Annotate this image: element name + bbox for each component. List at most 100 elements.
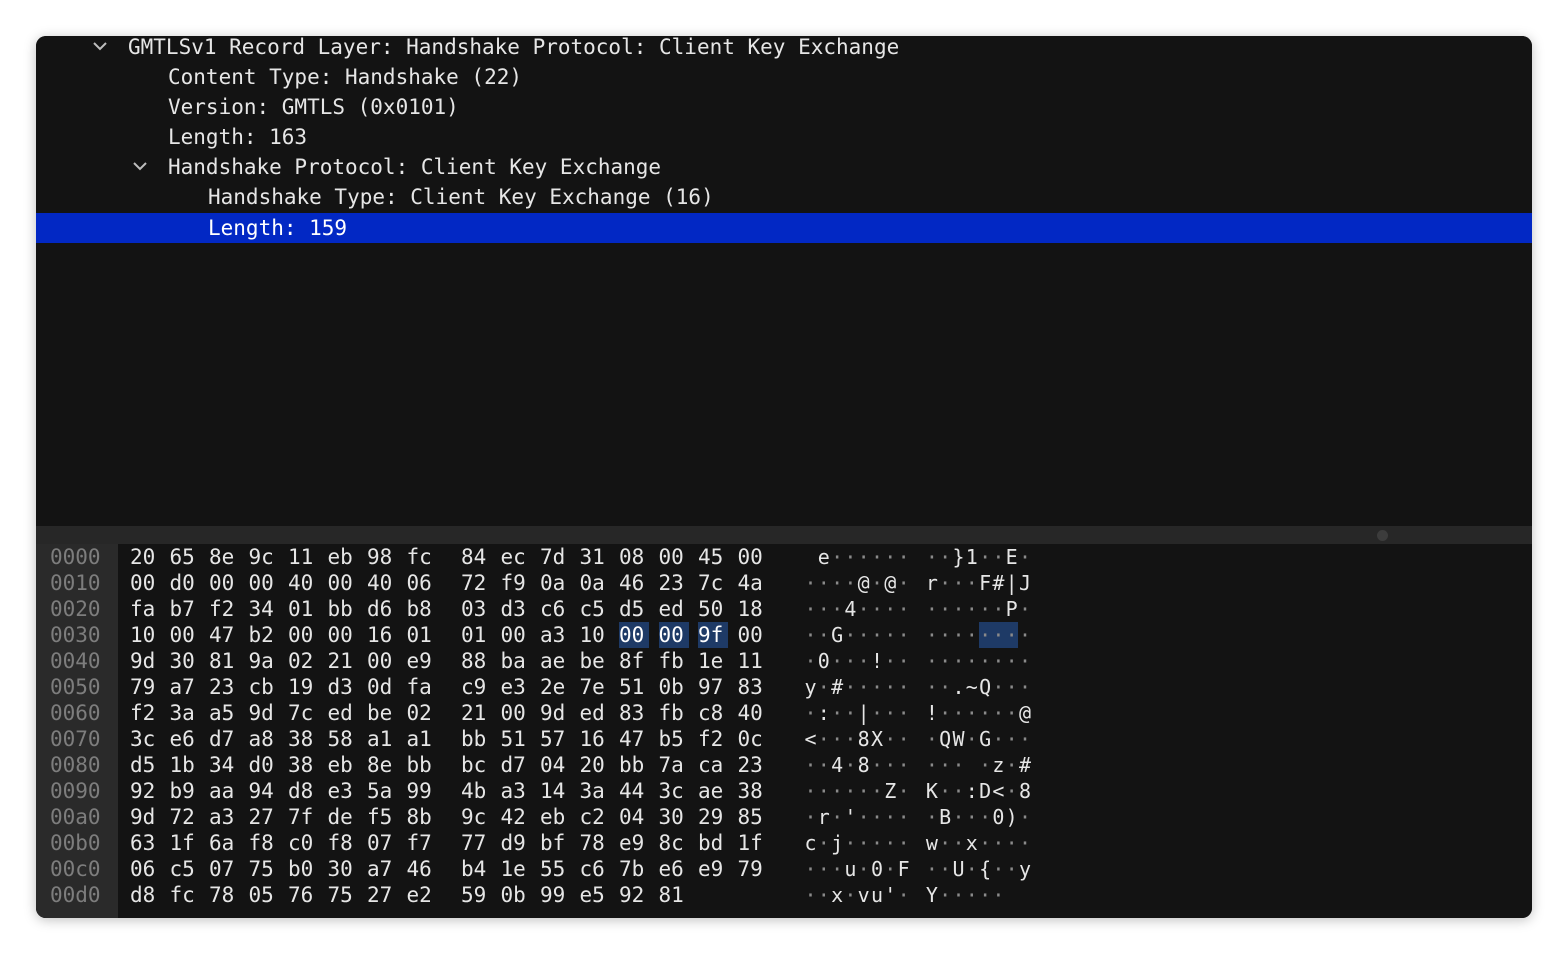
ascii-char[interactable]: · — [952, 648, 965, 674]
hex-byte[interactable]: c2 — [580, 804, 610, 830]
hex-byte[interactable]: 81 — [209, 648, 239, 674]
ascii-char[interactable]: r — [817, 804, 830, 830]
hex-byte[interactable]: 8e — [367, 752, 397, 778]
hex-byte[interactable]: 7a — [659, 752, 689, 778]
hex-byte[interactable]: 98 — [367, 544, 397, 570]
ascii-char[interactable]: z — [992, 752, 1005, 778]
ascii-char[interactable]: 8 — [857, 726, 870, 752]
hex-byte[interactable]: 7c — [288, 700, 318, 726]
hex-byte[interactable]: 47 — [209, 622, 239, 648]
hex-byte[interactable]: 9c — [461, 804, 491, 830]
ascii-char[interactable] — [804, 544, 817, 570]
hex-byte[interactable]: 79 — [738, 856, 768, 882]
ascii-char[interactable]: · — [965, 596, 978, 622]
ascii-char[interactable]: · — [817, 596, 830, 622]
ascii-char[interactable]: · — [991, 622, 1005, 648]
ascii-char[interactable]: · — [817, 752, 830, 778]
hex-byte[interactable]: 00 — [501, 622, 531, 648]
ascii-char[interactable]: · — [925, 804, 938, 830]
packet-bytes-pane[interactable]: 0000 20 65 8e 9c 11 eb 98 fc 84 ec 7d 31 08 00 45 00 e · ·… — [36, 544, 1532, 918]
hex-byte[interactable]: 38 — [288, 752, 318, 778]
ascii-char[interactable]: G — [979, 726, 992, 752]
hex-byte[interactable]: 30 — [170, 648, 200, 674]
ascii-char[interactable]: · — [1019, 622, 1032, 648]
hex-byte[interactable]: a1 — [407, 726, 437, 752]
hex-byte[interactable]: 38 — [288, 726, 318, 752]
hex-byte[interactable]: 16 — [580, 726, 610, 752]
ascii-char[interactable]: · — [965, 622, 978, 648]
hex-byte[interactable]: fc — [407, 544, 437, 570]
ascii-char[interactable]: · — [1005, 622, 1019, 648]
ascii-char[interactable]: · — [1019, 648, 1032, 674]
ascii-char[interactable]: < — [992, 778, 1005, 804]
hex-byte[interactable]: 78 — [209, 882, 239, 908]
hex-byte[interactable]: a3 — [501, 778, 531, 804]
hex-byte[interactable]: c5 — [580, 596, 610, 622]
hex-byte[interactable]: e5 — [580, 882, 610, 908]
ascii-char[interactable]: Z — [884, 778, 897, 804]
hex-byte[interactable]: e9 — [407, 648, 437, 674]
ascii-char[interactable]: 0 — [871, 856, 884, 882]
ascii-char[interactable]: · — [884, 622, 897, 648]
hex-byte[interactable]: 46 — [619, 570, 649, 596]
ascii-char[interactable]: x — [831, 882, 844, 908]
ascii-char[interactable]: · — [857, 622, 870, 648]
hex-byte[interactable]: 00 — [659, 544, 689, 570]
tree-row[interactable]: Handshake Type: Client Key Exchange (16) — [36, 182, 1532, 212]
ascii-char[interactable]: · — [965, 726, 978, 752]
hex-byte[interactable]: 3c — [659, 778, 689, 804]
tree-row[interactable]: Version: GMTLS (0x0101) — [36, 92, 1532, 122]
ascii-char[interactable]: · — [925, 596, 938, 622]
ascii-char[interactable]: · — [804, 752, 817, 778]
hex-byte[interactable]: 8c — [659, 830, 689, 856]
ascii-char[interactable]: · — [1005, 778, 1018, 804]
hex-byte[interactable]: 23 — [209, 674, 239, 700]
ascii-char[interactable]: # — [1019, 752, 1032, 778]
ascii-char[interactable]: · — [925, 674, 938, 700]
ascii-char[interactable]: · — [844, 570, 857, 596]
hex-byte[interactable]: 02 — [407, 700, 437, 726]
ascii-char[interactable]: · — [831, 778, 844, 804]
hex-byte[interactable]: 40 — [738, 700, 768, 726]
ascii-char[interactable]: { — [979, 856, 992, 882]
hex-byte[interactable]: 02 — [288, 648, 318, 674]
ascii-char[interactable]: · — [992, 830, 1005, 856]
hex-byte[interactable]: a8 — [249, 726, 279, 752]
ascii-char[interactable]: · — [897, 622, 910, 648]
ascii-char[interactable]: · — [979, 544, 992, 570]
ascii-char[interactable]: · — [939, 648, 952, 674]
hex-byte[interactable]: c6 — [580, 856, 610, 882]
hex-byte[interactable]: 92 — [619, 882, 649, 908]
ascii-char[interactable]: · — [952, 752, 965, 778]
ascii-char[interactable]: · — [979, 700, 992, 726]
hex-byte[interactable]: 1b — [170, 752, 200, 778]
ascii-char[interactable]: B — [939, 804, 952, 830]
ascii-char[interactable]: · — [965, 570, 978, 596]
ascii-char[interactable]: · — [884, 830, 897, 856]
ascii-char[interactable]: · — [992, 544, 1005, 570]
hex-byte[interactable]: d3 — [501, 596, 531, 622]
hex-byte[interactable]: be — [580, 648, 610, 674]
hex-byte[interactable]: d8 — [130, 882, 160, 908]
ascii-char[interactable]: @ — [884, 570, 897, 596]
hex-byte[interactable]: a7 — [367, 856, 397, 882]
hex-byte[interactable]: 7b — [619, 856, 649, 882]
hex-byte[interactable]: 10 — [130, 622, 160, 648]
hex-byte[interactable]: 47 — [619, 726, 649, 752]
ascii-char[interactable]: · — [871, 570, 884, 596]
ascii-char[interactable]: · — [979, 830, 992, 856]
hex-byte[interactable]: 99 — [407, 778, 437, 804]
hex-byte[interactable]: 34 — [249, 596, 279, 622]
ascii-char[interactable]: · — [871, 804, 884, 830]
hex-byte[interactable]: d0 — [170, 570, 200, 596]
hex-byte[interactable]: 0d — [367, 674, 397, 700]
ascii-char[interactable]: · — [871, 622, 884, 648]
hex-byte[interactable]: 1e — [698, 648, 728, 674]
ascii-char[interactable]: · — [992, 700, 1005, 726]
ascii-char[interactable]: # — [992, 570, 1005, 596]
ascii-char[interactable]: · — [965, 648, 978, 674]
ascii-char[interactable]: · — [925, 752, 938, 778]
hex-byte[interactable]: 20 — [130, 544, 160, 570]
hex-byte[interactable]: 83 — [619, 700, 649, 726]
hex-byte[interactable]: 94 — [249, 778, 279, 804]
